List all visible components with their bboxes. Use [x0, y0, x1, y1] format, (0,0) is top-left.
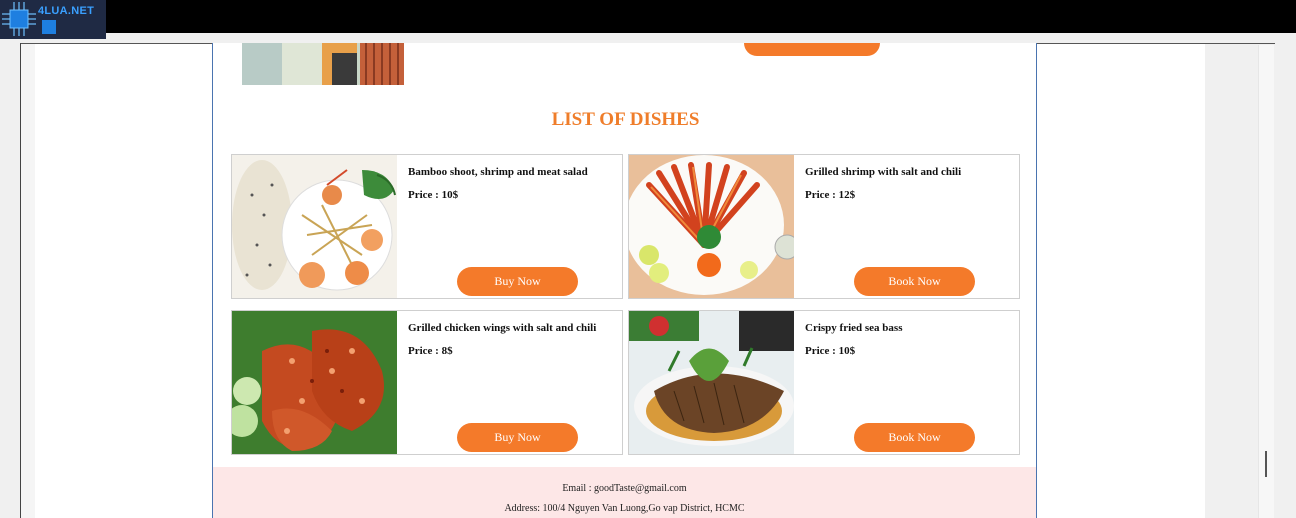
restaurant-interior-image: [242, 43, 404, 85]
circuit-chip-icon: [0, 0, 38, 38]
dish-name: Grilled shrimp with salt and chili: [805, 166, 962, 178]
dish-price: Price : 12$: [805, 189, 856, 201]
vertical-scrollbar[interactable]: [1258, 45, 1274, 518]
footer-address: Address: 100/4 Nguyen Van Luong,Go vap D…: [504, 503, 745, 514]
dish-price: Price : 8$: [408, 345, 453, 357]
buy-now-button[interactable]: Buy Now: [457, 267, 578, 296]
dish-card: Bamboo shoot, shrimp and meat salad Pric…: [231, 154, 623, 299]
dish-name: Crispy fried sea bass: [805, 322, 903, 334]
dish-image-fried-sea-bass: [629, 311, 794, 454]
dish-price: Price : 10$: [805, 345, 856, 357]
buy-now-button[interactable]: Buy Now: [457, 423, 578, 452]
dish-image-salad: [232, 155, 397, 298]
web-page: LIST OF DISHES Bamboo shoot, shrimp and …: [212, 43, 1037, 518]
dish-name: Bamboo shoot, shrimp and meat salad: [408, 166, 588, 178]
top-black-bar: [0, 0, 1296, 33]
dish-image-grilled-shrimp: [629, 155, 794, 298]
dish-name: Grilled chicken wings with salt and chil…: [408, 322, 597, 334]
footer: Email : goodTaste@gmail.com Address: 100…: [213, 467, 1036, 518]
book-now-button[interactable]: Book Now: [854, 267, 975, 296]
watermark-logo: 4LUA.NET: [0, 0, 106, 39]
dish-card: Crispy fried sea bass Price : 10$ Book N…: [628, 310, 1020, 455]
section-title: LIST OF DISHES: [551, 109, 700, 130]
dish-card: Grilled shrimp with salt and chili Price…: [628, 154, 1020, 299]
hero-button[interactable]: [744, 43, 880, 56]
logo-text: 4LUA.NET: [38, 5, 95, 17]
dish-image-chicken-wings: [232, 311, 397, 454]
book-now-button[interactable]: Book Now: [854, 423, 975, 452]
dish-price: Price : 10$: [408, 189, 459, 201]
logo-square-mark: [42, 20, 56, 34]
dish-card: Grilled chicken wings with salt and chil…: [231, 310, 623, 455]
frame-left-edge: [8, 43, 21, 518]
footer-email: Email : goodTaste@gmail.com: [562, 483, 687, 494]
text-cursor-indicator: [1265, 451, 1267, 477]
